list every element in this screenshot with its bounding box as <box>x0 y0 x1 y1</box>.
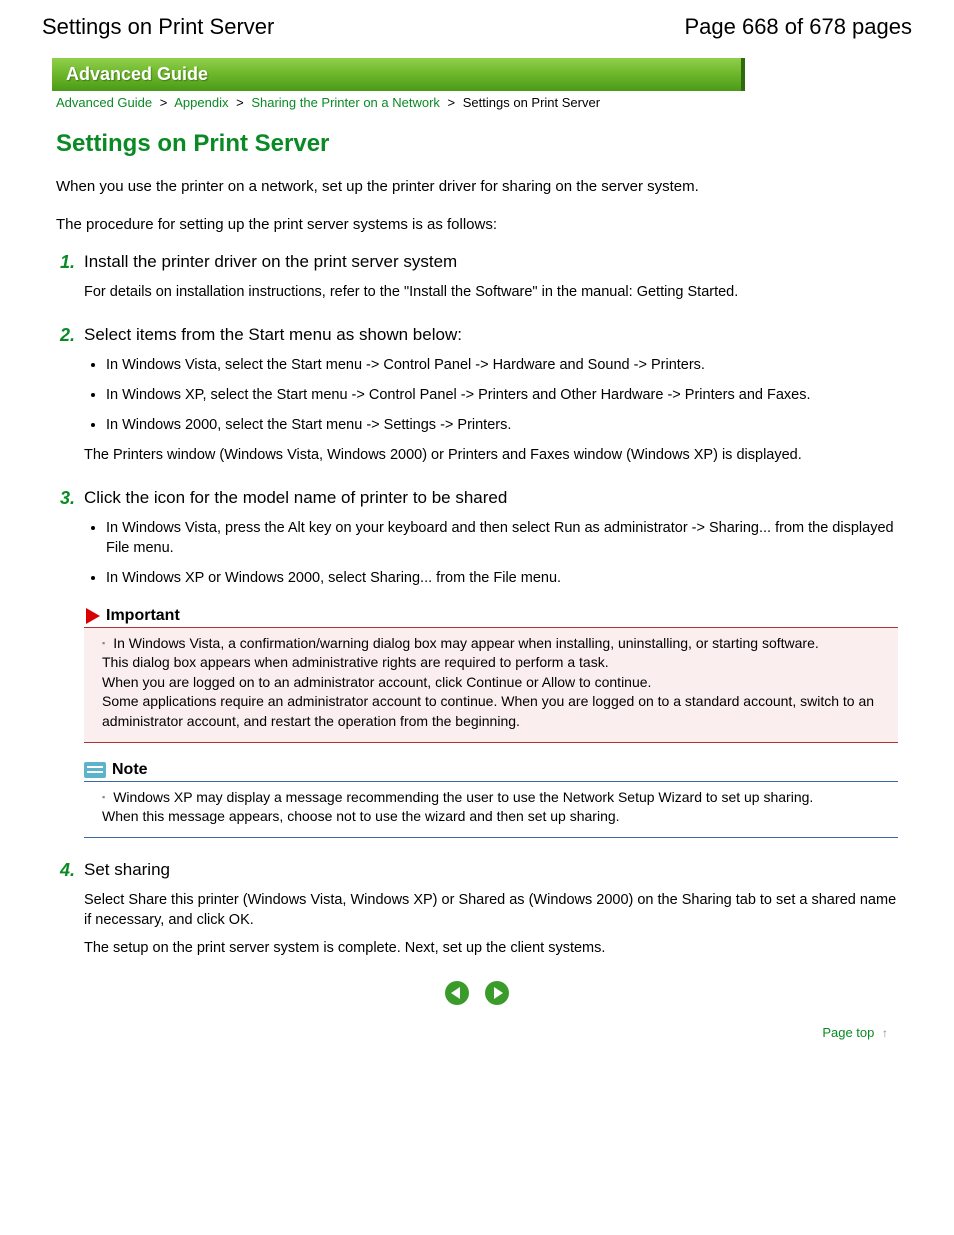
page-title: Settings on Print Server <box>56 130 898 158</box>
intro-paragraph-0: When you use the printer on a network, s… <box>56 176 898 198</box>
bullet-item: In Windows 2000, select the Start menu -… <box>106 415 898 435</box>
guide-banner: Advanced Guide <box>52 58 745 91</box>
page-top-link[interactable]: Page top <box>822 1025 888 1040</box>
breadcrumb-sep: > <box>232 95 248 110</box>
breadcrumb-link-2[interactable]: Sharing the Printer on a Network <box>251 95 440 110</box>
step-1: 1. Install the printer driver on the pri… <box>56 252 898 303</box>
breadcrumb: Advanced Guide > Appendix > Sharing the … <box>42 91 912 124</box>
step-2: 2. Select items from the Start menu as s… <box>56 325 898 466</box>
breadcrumb-link-0[interactable]: Advanced Guide <box>56 95 152 110</box>
guide-banner-text: Advanced Guide <box>66 64 208 84</box>
bullet-item: In Windows XP or Windows 2000, select Sh… <box>106 568 898 588</box>
step-number: 4. <box>60 860 75 881</box>
nav-arrows <box>56 981 898 1005</box>
step-4: 4. Set sharing Select Share this printer… <box>56 860 898 959</box>
bullet-item: In Windows Vista, press the Alt key on y… <box>106 518 898 559</box>
step-title: Select items from the Start menu as show… <box>84 325 898 345</box>
page-top-link-container: Page top <box>56 1025 898 1040</box>
bullet-item: In Windows Vista, select the Start menu … <box>106 355 898 375</box>
important-callout: Important In Windows Vista, a confirmati… <box>84 607 898 743</box>
breadcrumb-sep: > <box>444 95 460 110</box>
bullet-item: In Windows XP, select the Start menu -> … <box>106 385 898 405</box>
note-callout: Note Windows XP may display a message re… <box>84 761 898 838</box>
next-page-button[interactable] <box>485 981 509 1005</box>
page-top-label: Page top <box>822 1025 874 1040</box>
note-book-icon <box>84 762 106 778</box>
step-body: For details on installation instructions… <box>84 282 898 303</box>
step-3: 3. Click the icon for the model name of … <box>56 488 898 838</box>
step-number: 1. <box>60 252 75 273</box>
step-title: Install the printer driver on the print … <box>84 252 898 272</box>
important-text: In Windows Vista, a confirmation/warning… <box>102 634 888 732</box>
step-body: Select Share this printer (Windows Vista… <box>84 890 898 931</box>
intro-paragraph-1: The procedure for setting up the print s… <box>56 214 898 236</box>
page-indicator: Page 668 of 678 pages <box>684 14 912 40</box>
note-text: Windows XP may display a message recomme… <box>102 788 888 827</box>
breadcrumb-sep: > <box>156 95 172 110</box>
up-arrow-icon <box>882 1025 888 1040</box>
step-number: 2. <box>60 325 75 346</box>
prev-page-button[interactable] <box>445 981 469 1005</box>
doc-title: Settings on Print Server <box>42 14 274 40</box>
step-after: The setup on the print server system is … <box>84 938 898 958</box>
document-header: Settings on Print Server Page 668 of 678… <box>42 10 912 40</box>
step-title: Set sharing <box>84 860 898 880</box>
step-after: The Printers window (Windows Vista, Wind… <box>84 445 898 465</box>
important-flag-icon <box>86 608 100 624</box>
important-label: Important <box>106 607 180 625</box>
note-label: Note <box>112 761 148 779</box>
step-title: Click the icon for the model name of pri… <box>84 488 898 508</box>
breadcrumb-current: Settings on Print Server <box>463 95 600 110</box>
step-number: 3. <box>60 488 75 509</box>
breadcrumb-link-1[interactable]: Appendix <box>174 95 228 110</box>
